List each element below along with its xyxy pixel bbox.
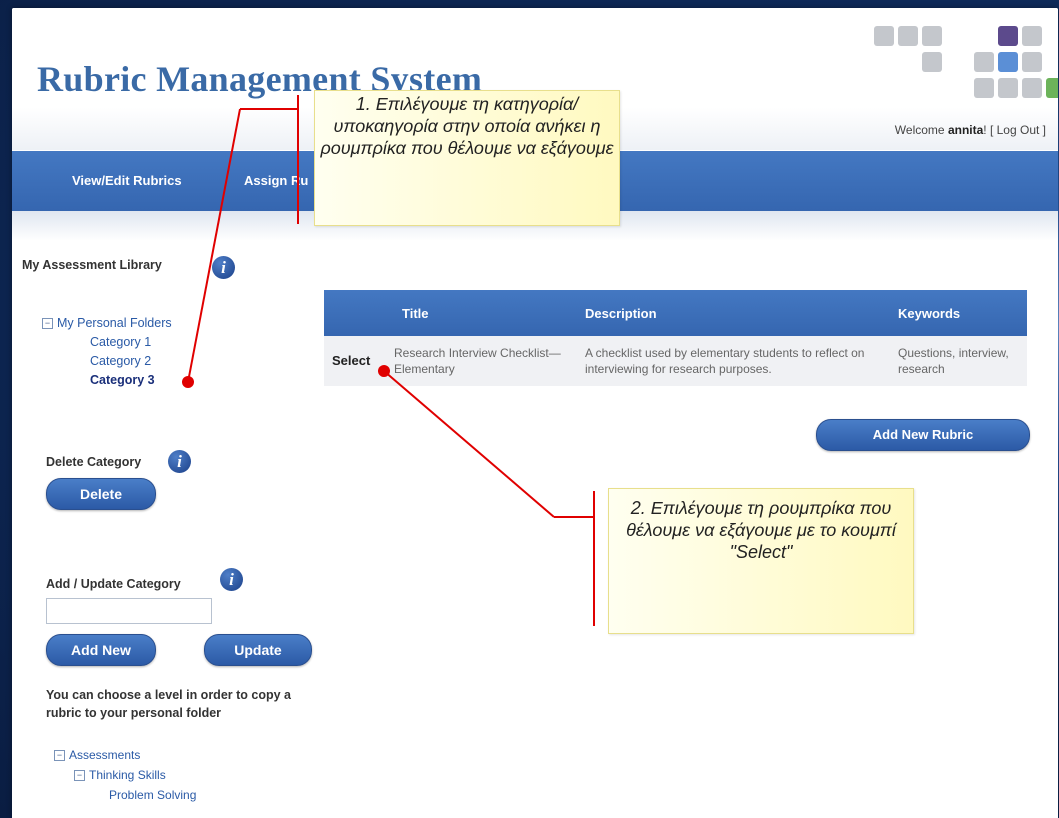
annotation-marker	[182, 376, 194, 388]
annotation-marker	[378, 365, 390, 377]
callout-step-1: 1. Επιλέγουμε τη κατηγορία/υποκαηγορία σ…	[314, 90, 620, 226]
browser-page: Rubric Management System Welcome annita!…	[12, 8, 1058, 818]
callout-step-2: 2. Επιλέγουμε τη ρουμπρίκα που θέλουμε ν…	[608, 488, 914, 634]
